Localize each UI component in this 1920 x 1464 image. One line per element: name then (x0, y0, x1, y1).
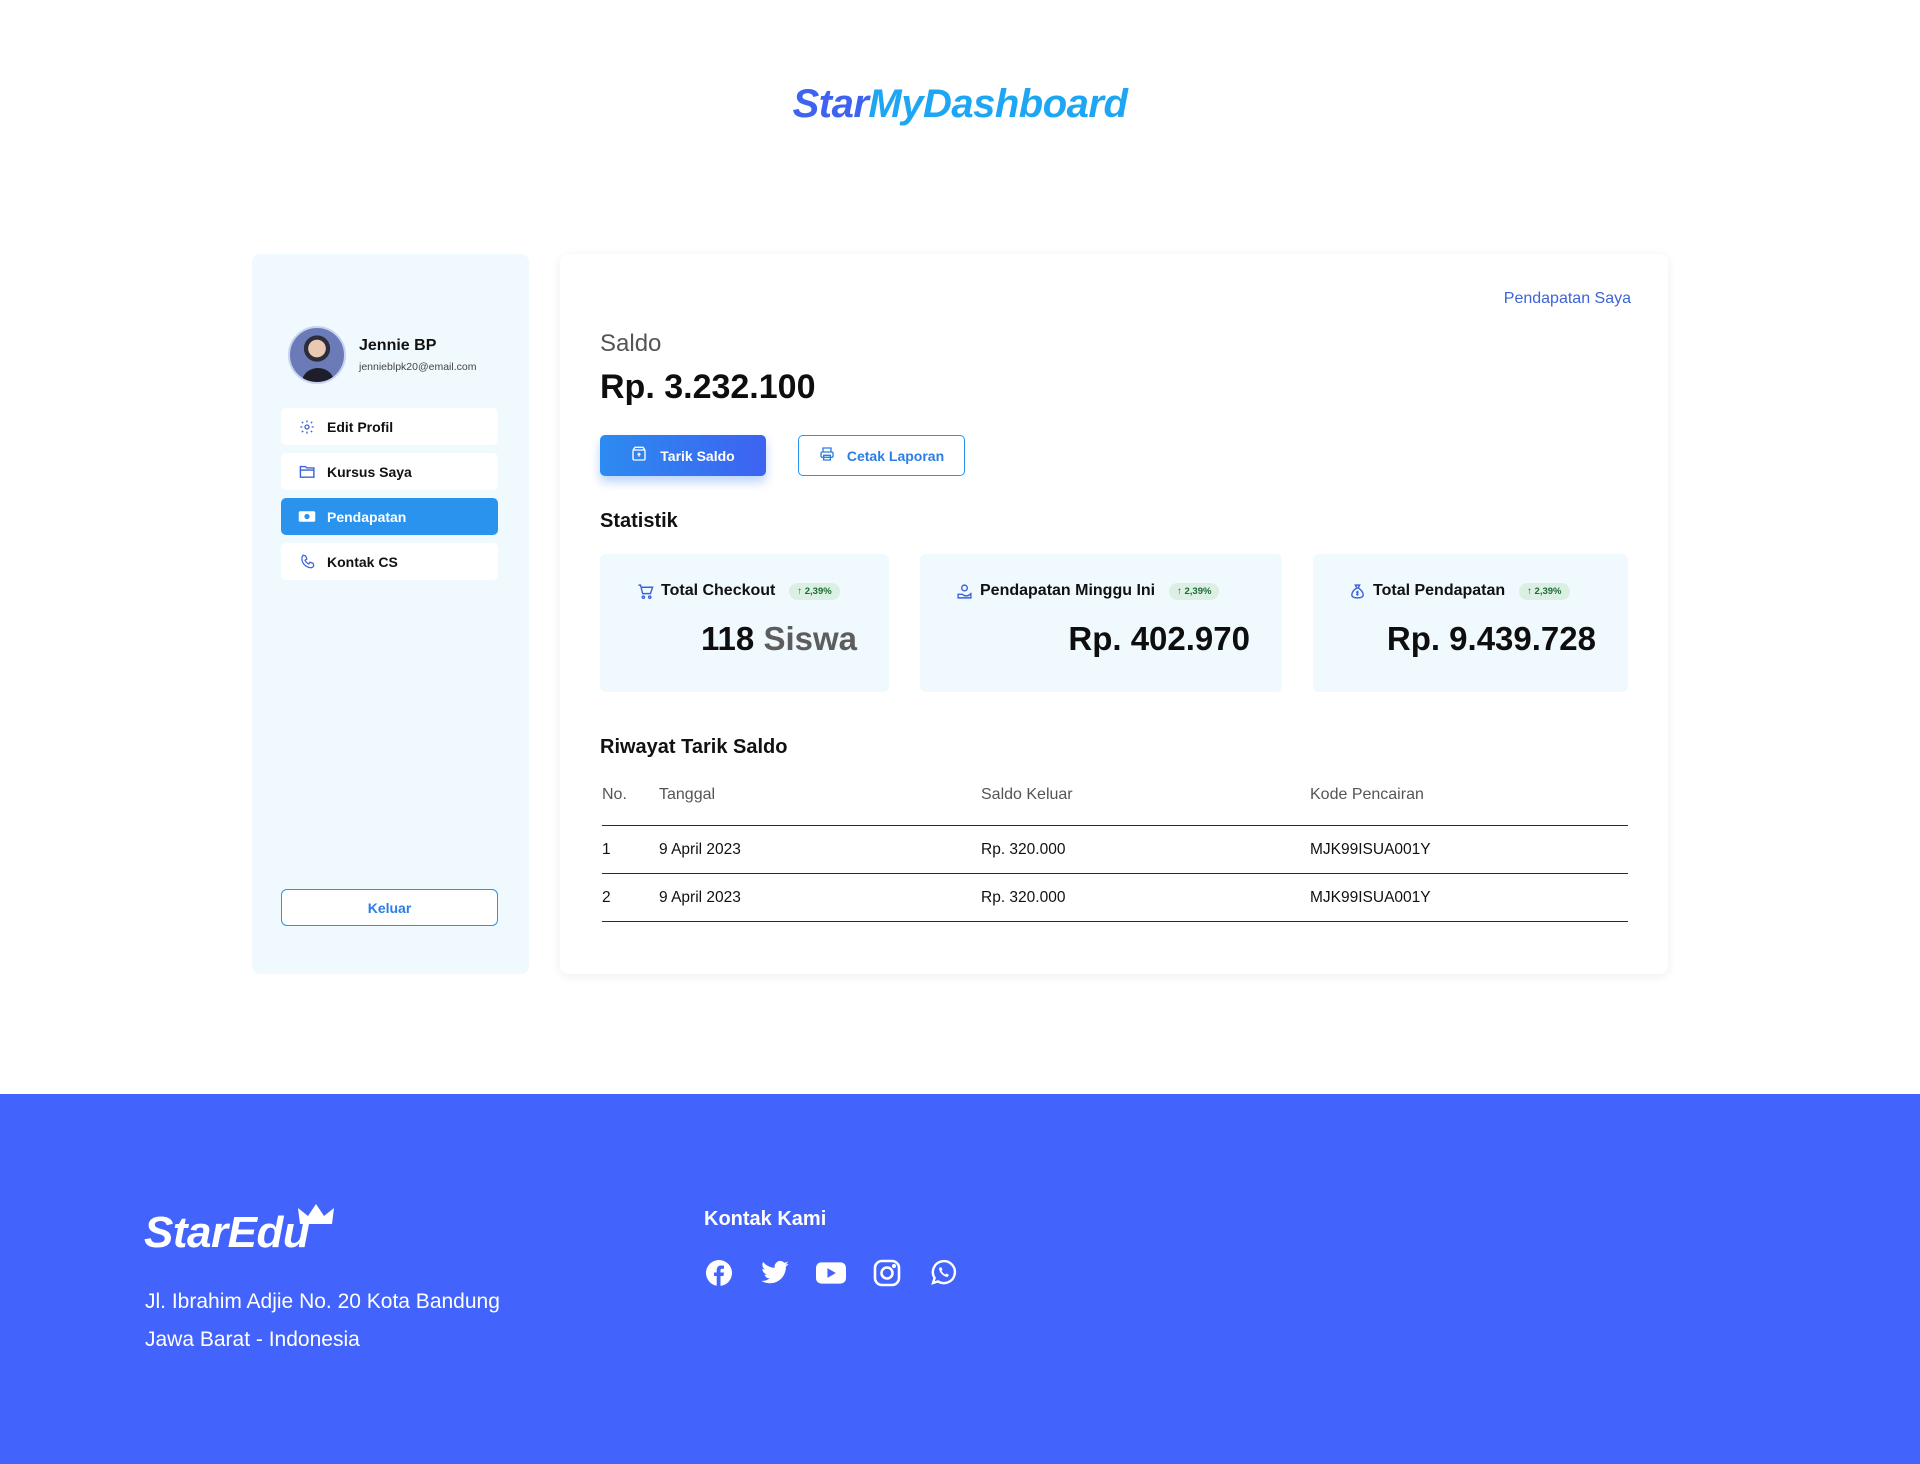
stat-label: Total Checkout (661, 582, 776, 599)
stat-value: 118 Siswa (701, 620, 857, 658)
table-row: 1 9 April 2023 Rp. 320.000 MJK99ISUA001Y (602, 826, 1628, 874)
stats-title: Statistik (600, 510, 678, 532)
footer-logo: StarEdu (144, 1208, 310, 1257)
withdraw-history-table: No. Tanggal Saldo Keluar Kode Pencairan … (602, 786, 1628, 922)
trend-badge: ↑ 2,39% (1169, 582, 1220, 600)
logout-button[interactable]: Keluar (281, 889, 498, 926)
printer-icon (819, 446, 835, 465)
crown-icon (296, 1202, 336, 1231)
page-link-pendapatan-saya[interactable]: Pendapatan Saya (1504, 290, 1631, 308)
table-cell: 1 (602, 840, 611, 858)
table-cell: 2 (602, 888, 611, 906)
sidebar: Jennie BP jennieblpk20@email.com Edit Pr… (252, 254, 529, 974)
sidebar-item-label: Kursus Saya (327, 463, 412, 480)
table-cell: MJK99ISUA001Y (1310, 888, 1431, 906)
table-cell: Rp. 320.000 (981, 888, 1066, 906)
table-row: 2 9 April 2023 Rp. 320.000 MJK99ISUA001Y (602, 874, 1628, 922)
phone-icon (298, 553, 316, 571)
footer: StarEdu Jl. Ibrahim Adjie No. 20 Kota Ba… (0, 1094, 1920, 1464)
stat-card-pendapatan-minggu-ini: Pendapatan Minggu Ini ↑ 2,39% Rp. 402.97… (920, 554, 1282, 692)
sidebar-item-kontak-cs[interactable]: Kontak CS (281, 543, 498, 580)
twitter-icon[interactable] (760, 1258, 790, 1288)
table-header: No. Tanggal Saldo Keluar Kode Pencairan (602, 786, 1628, 826)
gear-icon (298, 418, 316, 436)
sidebar-menu: Edit Profil Kursus Saya Pendapatan Konta… (281, 408, 498, 588)
column-header: Tanggal (659, 786, 716, 803)
table-cell: MJK99ISUA001Y (1310, 840, 1431, 858)
history-title: Riwayat Tarik Saldo (600, 736, 788, 758)
table-cell: Rp. 320.000 (981, 840, 1066, 858)
avatar (288, 326, 346, 384)
sidebar-item-label: Pendapatan (327, 508, 407, 525)
wallet-icon (631, 446, 647, 465)
brand-part-2: MyDashboard (868, 82, 1128, 126)
trend-badge: ↑ 2,39% (1519, 582, 1570, 600)
hand-coin-icon (955, 582, 973, 600)
social-links (704, 1258, 958, 1288)
print-report-button[interactable]: Cetak Laporan (798, 435, 965, 476)
sidebar-item-label: Kontak CS (327, 553, 398, 570)
stat-label: Pendapatan Minggu Ini (980, 582, 1156, 599)
instagram-icon[interactable] (872, 1258, 902, 1288)
column-header: Kode Pencairan (1310, 786, 1424, 803)
brand-part-1: Star (792, 82, 869, 126)
whatsapp-icon[interactable] (928, 1258, 958, 1288)
sidebar-item-kursus-saya[interactable]: Kursus Saya (281, 453, 498, 490)
sidebar-item-pendapatan[interactable]: Pendapatan (281, 498, 498, 535)
footer-contact-title: Kontak Kami (704, 1208, 827, 1230)
youtube-icon[interactable] (816, 1258, 846, 1288)
saldo-label: Saldo (600, 330, 662, 357)
withdraw-button-label: Tarik Saldo (660, 447, 735, 464)
profile-card: Jennie BP jennieblpk20@email.com (288, 326, 476, 384)
withdraw-button[interactable]: Tarik Saldo (600, 435, 766, 476)
stat-value: Rp. 9.439.728 (1386, 620, 1596, 657)
print-report-button-label: Cetak Laporan (846, 447, 945, 464)
money-bag-icon (1348, 582, 1366, 600)
saldo-value: Rp. 3.232.100 (600, 368, 816, 406)
footer-address-line-1: Jl. Ibrahim Adjie No. 20 Kota Bandung (145, 1290, 500, 1313)
stat-value: Rp. 402.970 (1068, 620, 1250, 657)
brand-logo[interactable]: StarMyDashboard (0, 82, 1920, 127)
profile-email: jennieblpk20@email.com (359, 361, 477, 373)
sidebar-item-label: Edit Profil (327, 418, 394, 435)
stat-label: Total Pendapatan (1373, 582, 1506, 599)
column-header: Saldo Keluar (981, 786, 1073, 803)
profile-name: Jennie BP (359, 337, 437, 354)
main-panel: Pendapatan Saya Saldo Rp. 3.232.100 Tari… (560, 254, 1668, 974)
stat-number: 118 (701, 620, 755, 657)
table-cell: 9 April 2023 (659, 840, 741, 858)
cart-icon (636, 582, 654, 600)
folder-icon (298, 463, 316, 481)
stat-card-total-pendapatan: Total Pendapatan ↑ 2,39% Rp. 9.439.728 (1313, 554, 1628, 692)
money-icon (298, 508, 316, 526)
stat-card-total-checkout: Total Checkout ↑ 2,39% 118 Siswa (600, 554, 889, 692)
footer-address-line-2: Jawa Barat - Indonesia (145, 1328, 360, 1351)
facebook-icon[interactable] (704, 1258, 734, 1288)
column-header: No. (602, 786, 627, 803)
page: StarMyDashboard Jennie BP jennieblpk20@e… (0, 0, 1920, 1464)
stat-unit: Siswa (763, 620, 857, 657)
sidebar-item-edit-profil[interactable]: Edit Profil (281, 408, 498, 445)
trend-badge: ↑ 2,39% (789, 582, 840, 600)
table-cell: 9 April 2023 (659, 888, 741, 906)
